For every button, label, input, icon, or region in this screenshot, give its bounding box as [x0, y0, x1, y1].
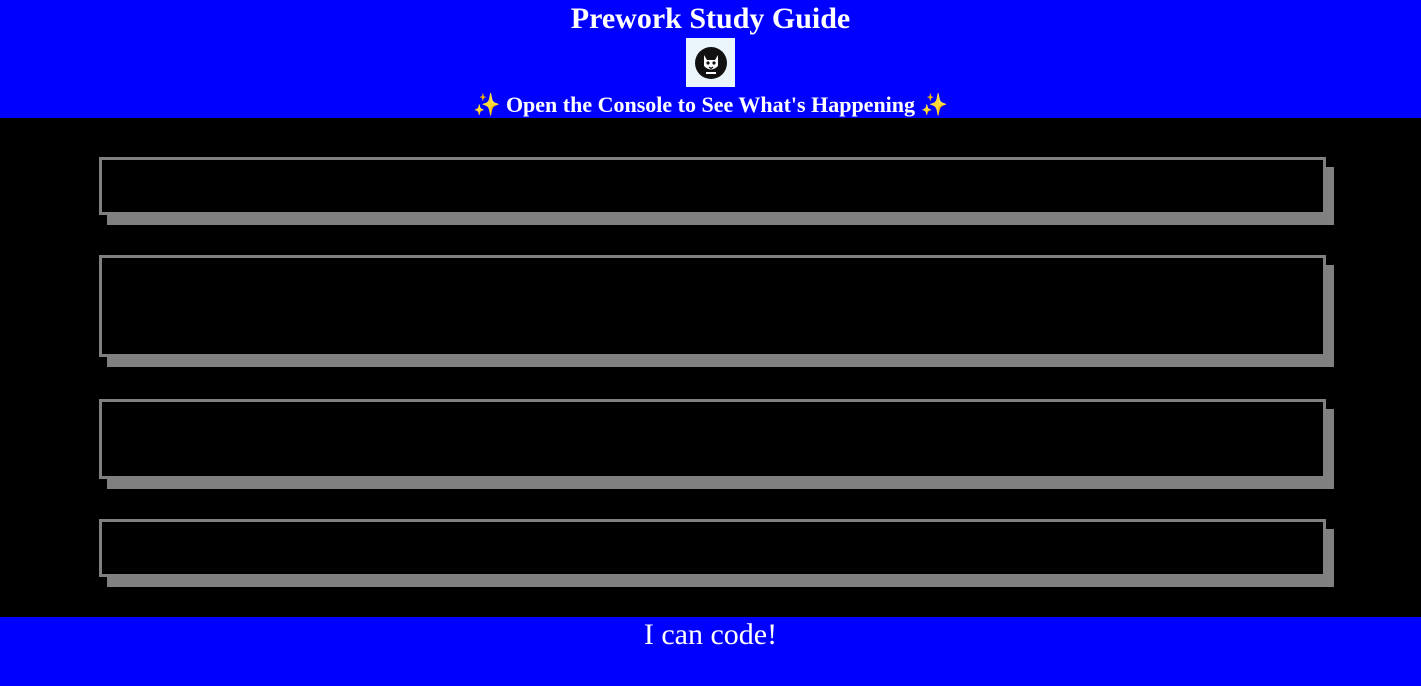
page-footer: I can code!	[0, 617, 1421, 686]
console-hint: ✨ Open the Console to See What's Happeni…	[0, 91, 1421, 119]
console-hint-text: Open the Console to See What's Happening	[505, 92, 916, 117]
topic-section	[99, 157, 1326, 215]
page-title: Prework Study Guide	[570, 2, 851, 35]
logo	[686, 38, 735, 87]
topic-section	[99, 399, 1326, 479]
sparkle-icon: ✨	[473, 93, 501, 118]
topic-section	[99, 519, 1326, 577]
page: Prework Study Guide ✨ Open the Console t…	[0, 0, 1421, 686]
page-header: Prework Study Guide ✨ Open the Console t…	[0, 0, 1421, 118]
study-guide-content	[0, 118, 1421, 617]
cat-mask-icon	[694, 46, 727, 79]
topic-section	[99, 255, 1326, 357]
footer-text: I can code!	[643, 618, 778, 651]
sparkle-icon: ✨	[920, 93, 948, 118]
